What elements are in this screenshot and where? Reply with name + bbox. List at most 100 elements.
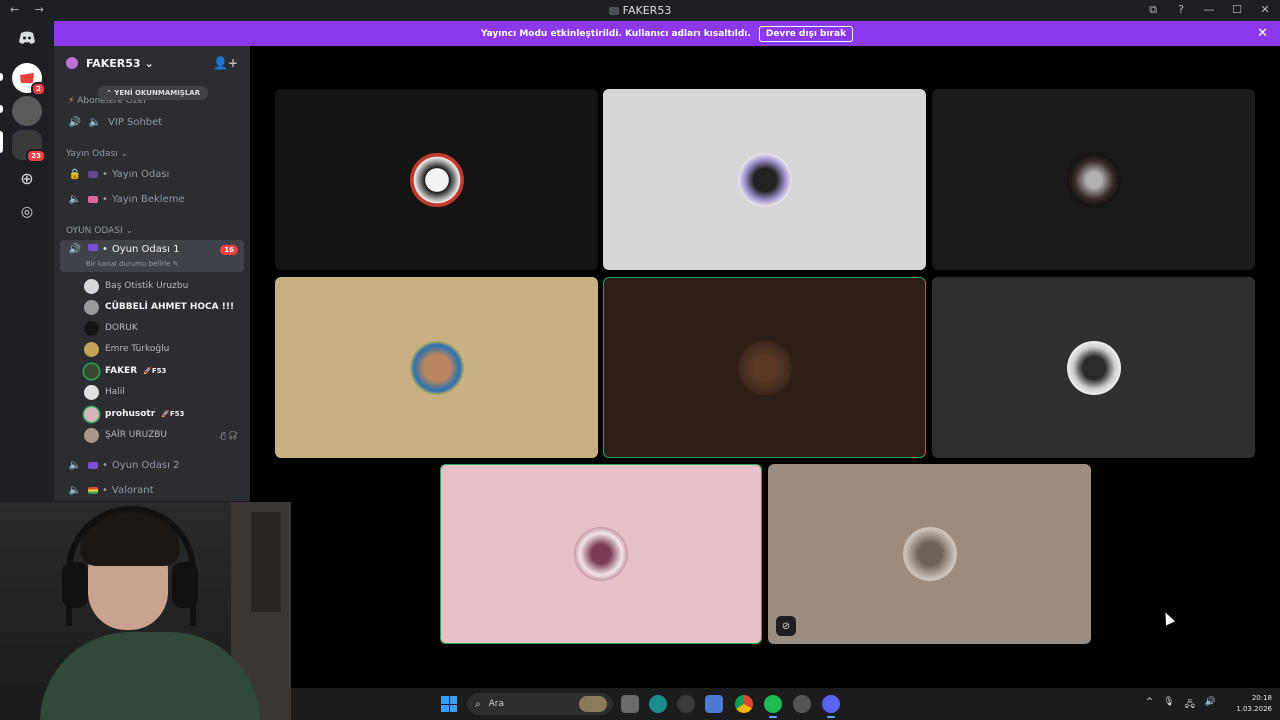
webcam-background	[251, 512, 281, 612]
explore-icon[interactable]: ◎	[12, 197, 42, 227]
avatar	[84, 384, 99, 400]
search-highlight-image	[579, 696, 607, 712]
mention-badge: 2	[31, 82, 46, 96]
muted-deafened-icon: 🎙̸ 🎧̸	[220, 430, 238, 440]
avatar	[574, 527, 628, 581]
member-name: FAKER	[105, 366, 138, 376]
channel-vip-sohbet[interactable]: 🔊 🔈 VIP Sohbet	[60, 111, 244, 133]
avatar	[737, 340, 792, 395]
server-header[interactable]: FAKER53 ⌄ 👤+	[54, 46, 250, 80]
invite-people-icon[interactable]: 👤+	[213, 56, 238, 70]
server-icon-faker53[interactable]: 23	[12, 130, 46, 163]
taskbar-search[interactable]: ⌕ Ara	[467, 693, 613, 715]
channel-emoji-icon	[88, 486, 98, 494]
webcam-overlay	[0, 502, 291, 720]
windows-taskbar: ⌕ Ara ^ 🎙 🖧 🔊 20:18 1.03.2026	[291, 688, 1280, 720]
avatar	[84, 427, 99, 443]
app-icon[interactable]	[793, 695, 811, 713]
discord-taskbar-icon[interactable]	[822, 695, 840, 718]
channel-yayin-odasi[interactable]: 🔒 • Yayın Odası	[60, 163, 244, 185]
chrome-icon[interactable]	[735, 695, 753, 713]
task-view-icon[interactable]	[621, 695, 639, 713]
server-name: FAKER53	[86, 56, 141, 70]
banner-close-icon[interactable]: ✕	[1257, 26, 1268, 41]
tray-overflow-icon[interactable]: ^	[1146, 697, 1154, 713]
participant-tile-speaking[interactable]	[603, 277, 926, 458]
maximize-button[interactable]: ☐	[1230, 3, 1244, 17]
channel-sidebar: FAKER53 ⌄ 👤+ ⚡ Abonelere Özel ⌃ YENİ OKU…	[54, 46, 250, 501]
avatar	[84, 299, 99, 315]
avatar	[84, 363, 99, 379]
participant-tile[interactable]	[932, 277, 1255, 458]
voice-member[interactable]: DORUK	[84, 318, 244, 338]
media-player-icon[interactable]	[677, 695, 695, 713]
window-title: FAKER53	[0, 4, 1280, 17]
discord-home-icon[interactable]	[12, 23, 42, 53]
voice-member[interactable]: Baş Otistik Uruzbu	[84, 276, 244, 296]
participant-tile[interactable]	[932, 89, 1255, 270]
voice-member[interactable]: prohusotr 🚀F53	[84, 404, 244, 424]
voice-member[interactable]: FAKER 🚀F53	[84, 361, 244, 381]
disable-streamer-mode-button[interactable]: Devre dışı bırak	[758, 25, 854, 42]
channel-oyun-odasi-1[interactable]: 🔊 • Oyun Odası 1 16 Bir kanal durumu beli…	[60, 240, 244, 272]
category-yayin-odasi[interactable]: Yayın Odası ⌄	[66, 149, 128, 159]
microphone-icon[interactable]: 🎙	[1163, 697, 1174, 713]
member-name: DORUK	[105, 323, 138, 333]
volume-icon[interactable]: 🔊	[1205, 697, 1216, 713]
speaker-icon: 🔈	[68, 484, 82, 496]
voice-member[interactable]: CÜBBELİ AHMET HOCA !!!	[84, 297, 244, 317]
avatar	[1066, 340, 1121, 395]
add-server-icon[interactable]: ⊕	[12, 163, 42, 193]
participant-tile-speaking[interactable]	[440, 464, 762, 644]
speaker-active-icon: 🔊	[68, 244, 82, 255]
participant-tile[interactable]	[275, 89, 598, 270]
deafened-icon: ⊘	[776, 616, 796, 636]
member-name: CÜBBELİ AHMET HOCA !!!	[105, 302, 235, 312]
server-header-icon	[66, 57, 78, 69]
start-button[interactable]	[441, 696, 457, 712]
avatar	[737, 152, 792, 207]
voice-member[interactable]: ŞAİR URUZBU 🎙̸ 🎧̸	[84, 425, 244, 445]
channel-emoji-icon	[88, 244, 98, 251]
window-title-text: FAKER53	[622, 4, 672, 17]
category-oyun-odasi[interactable]: OYUN ODASI ⌄	[66, 226, 133, 236]
spotify-icon[interactable]	[764, 695, 782, 718]
unread-badge: 16	[220, 245, 238, 255]
avatar	[902, 527, 957, 581]
network-icon[interactable]: 🖧	[1185, 697, 1195, 713]
channel-label: Yayın Bekleme	[111, 193, 185, 205]
channel-valorant[interactable]: 🔈 • Valorant	[60, 479, 244, 501]
participant-tile[interactable]: ⊘	[768, 464, 1091, 644]
channel-label: Oyun Odası 2	[111, 459, 180, 471]
banner-text: Yayıncı Modu etkinleştirildi. Kullanıcı …	[480, 28, 751, 39]
server-list: 2 23 ⊕ ◎	[0, 21, 54, 501]
screen-share-icon[interactable]: ⧉	[1146, 3, 1160, 17]
channel-label: Valorant	[111, 484, 154, 496]
new-unreads-pill[interactable]: ⌃ YENİ OKUNMAMIŞLAR	[98, 86, 209, 100]
member-name: Halil	[105, 387, 125, 397]
participant-tile[interactable]	[275, 277, 598, 458]
store-icon[interactable]	[705, 695, 723, 713]
channel-label: VIP Sohbet	[108, 116, 163, 128]
channel-label: Oyun Odası 1	[111, 244, 180, 255]
avatar	[1066, 152, 1121, 207]
channel-yayin-bekleme[interactable]: 🔈 • Yayın Bekleme	[60, 188, 244, 210]
unread-indicator	[0, 73, 3, 81]
server-icon-gamer[interactable]: 2	[12, 63, 46, 96]
channel-oyun-odasi-2[interactable]: 🔈 • Oyun Odası 2	[60, 454, 244, 476]
minimize-button[interactable]: —	[1202, 3, 1216, 17]
voice-locked-icon: 🔊	[68, 116, 82, 128]
speaker-icon: 🔈	[88, 116, 102, 128]
member-name: Emre Türkoğlu	[105, 344, 170, 354]
title-bar: ← → FAKER53 ⧉ ? — ☐ ✕	[0, 0, 1280, 21]
help-icon[interactable]: ?	[1174, 3, 1188, 17]
channel-emoji-icon	[88, 170, 98, 178]
channel-status-text[interactable]: Bir kanal durumu belirle ✎	[86, 260, 179, 268]
voice-member[interactable]: Halil	[84, 382, 244, 402]
participant-tile[interactable]	[603, 89, 926, 270]
close-button[interactable]: ✕	[1258, 3, 1272, 17]
clock[interactable]: 20:18 1.03.2026	[1236, 693, 1272, 715]
edge-icon[interactable]	[649, 695, 667, 713]
server-icon-avatar[interactable]	[12, 96, 42, 126]
voice-member[interactable]: Emre Türkoğlu	[84, 339, 244, 359]
